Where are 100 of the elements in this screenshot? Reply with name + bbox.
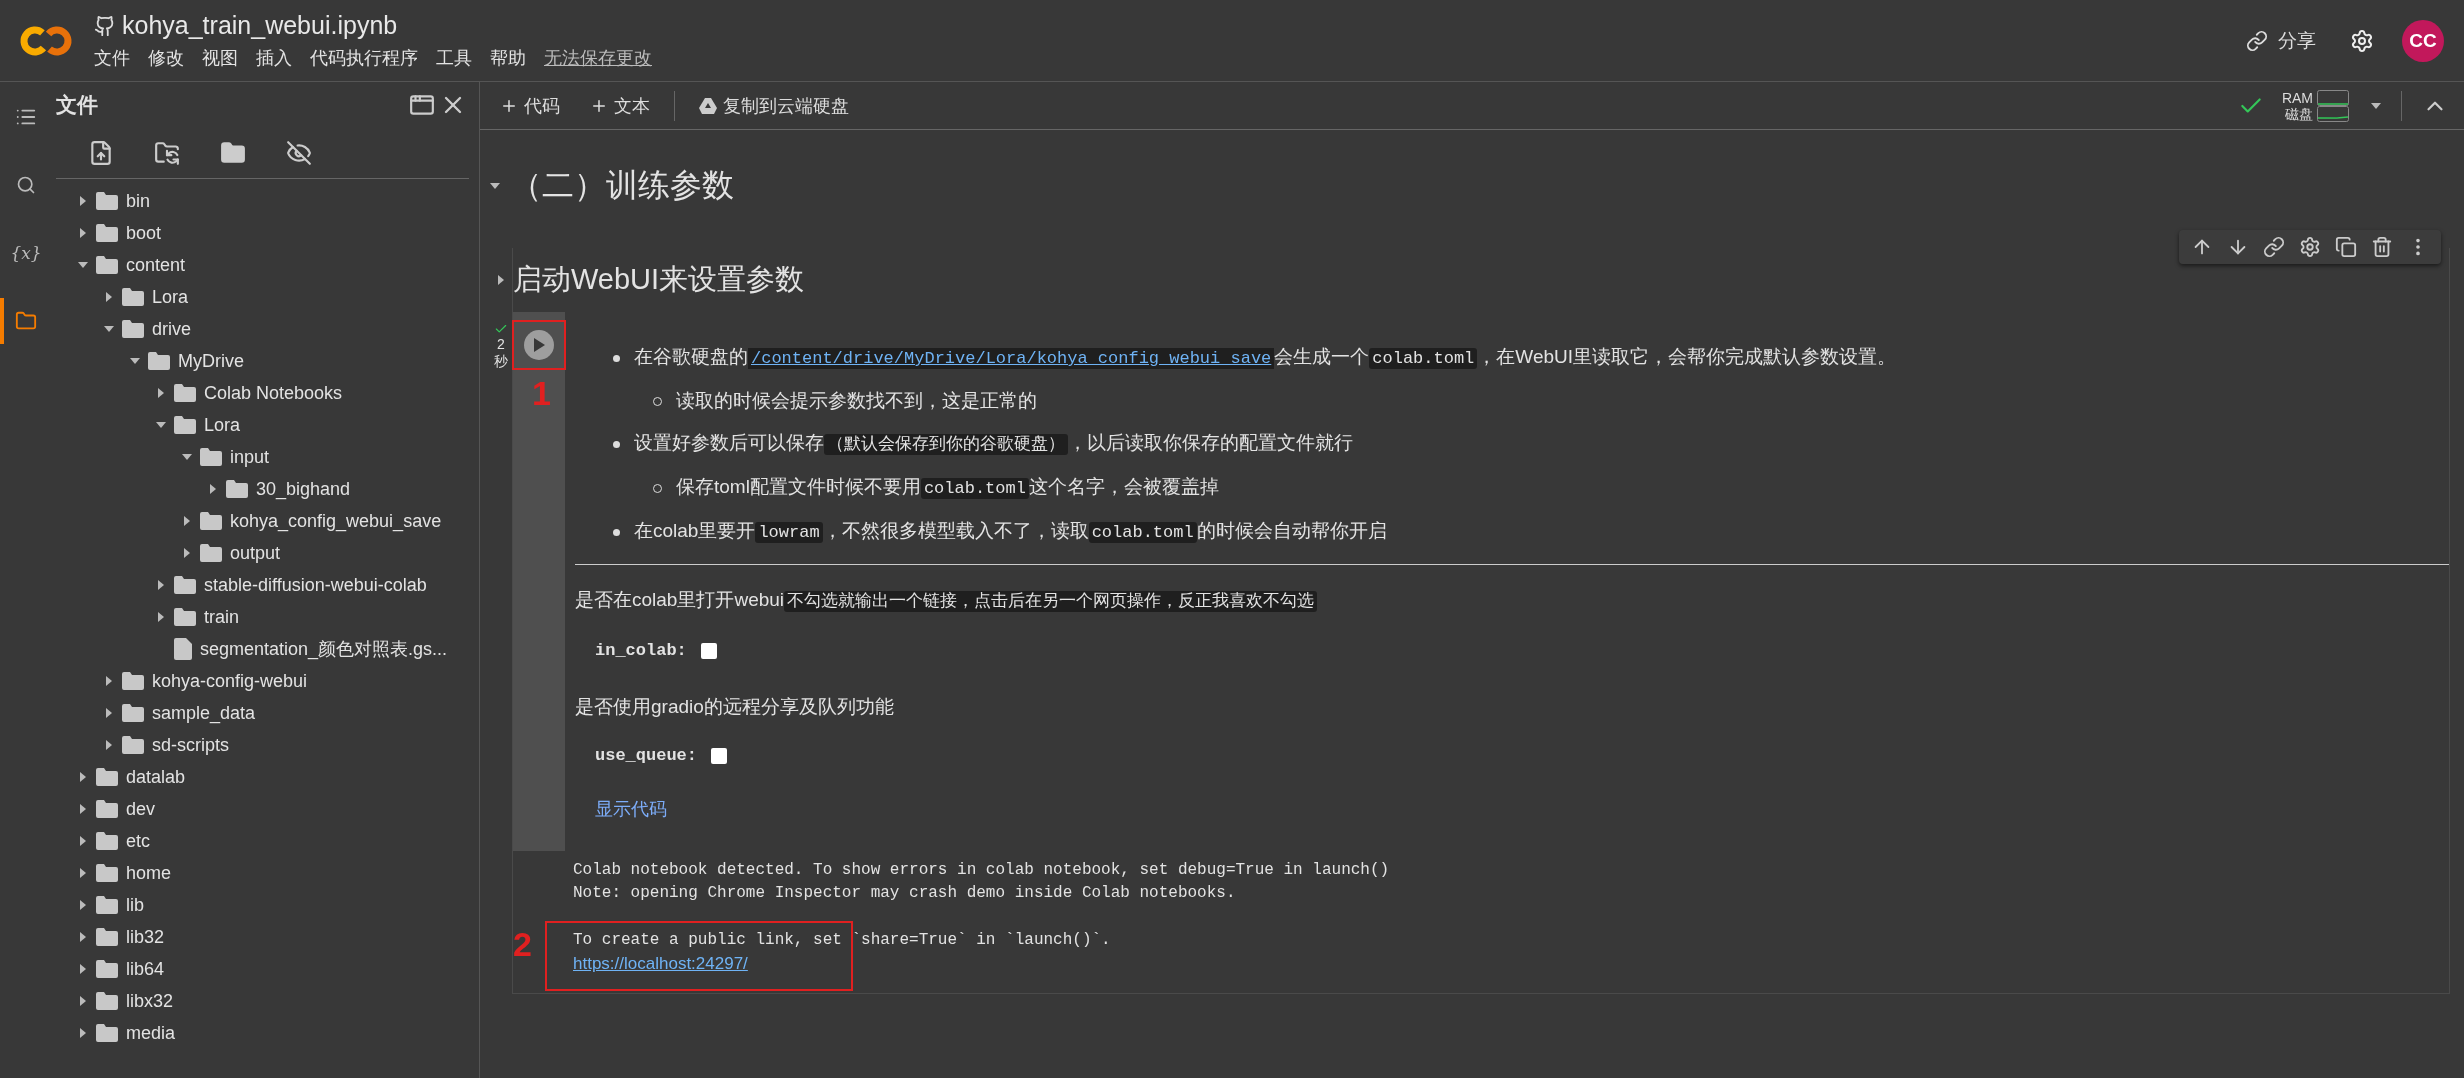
trash-icon[interactable]: [2371, 236, 2393, 258]
menu-item[interactable]: 帮助: [490, 46, 526, 70]
save-notice-link[interactable]: 无法保存更改: [544, 46, 652, 70]
file-tree-item[interactable]: Lora: [48, 281, 479, 313]
menu-item[interactable]: 修改: [148, 46, 184, 70]
link-icon[interactable]: [2263, 236, 2285, 258]
file-tree-item[interactable]: datalab: [48, 761, 479, 793]
caret-icon: [78, 900, 88, 910]
file-tree-item[interactable]: boot: [48, 217, 479, 249]
search-icon: [16, 175, 36, 195]
folder-icon: [96, 224, 118, 242]
output-line: To create a public link, set `share=True` in `launch()`.: [573, 930, 1112, 951]
share-button[interactable]: 分享: [2240, 26, 2322, 55]
caret-icon: [78, 804, 88, 814]
run-button[interactable]: [524, 330, 554, 360]
caret-icon: [156, 612, 166, 622]
file-tree-item[interactable]: input: [48, 441, 479, 473]
folder-icon: [15, 310, 37, 332]
copy-to-drive-button[interactable]: 复制到云端硬盘: [693, 92, 855, 119]
eye-off-icon: [286, 140, 312, 166]
folder-icon: [96, 864, 118, 882]
duration-unit: 秒: [494, 353, 508, 370]
menu-item[interactable]: 代码执行程序: [310, 46, 418, 70]
folder-icon: [200, 544, 222, 562]
folder-icon: [174, 608, 196, 626]
play-icon: [533, 338, 545, 352]
file-tree-item[interactable]: content: [48, 249, 479, 281]
checkbox[interactable]: [711, 747, 728, 764]
checkbox[interactable]: [700, 642, 717, 659]
section-heading: （二）训练参数: [510, 166, 734, 205]
form-description: 是否在colab里打开webui 不勾选就输出一个链接，点击后在另一个网页操作，反正我喜欢不勾选: [575, 585, 2449, 617]
caret-icon: [104, 292, 114, 302]
menu-item[interactable]: 视图: [202, 46, 238, 70]
resource-monitor[interactable]: RAM 磁盘: [2281, 89, 2351, 122]
folder-icon: [148, 352, 170, 370]
hide-files-button[interactable]: [284, 138, 314, 168]
file-tree-item[interactable]: output: [48, 537, 479, 569]
param-label: in_colab:: [595, 641, 687, 660]
caret-icon: [182, 452, 192, 462]
file-tree-item[interactable]: lib32: [48, 921, 479, 953]
folder-icon: [220, 140, 246, 166]
file-tree-item[interactable]: sample_data: [48, 697, 479, 729]
caret-icon: [78, 964, 88, 974]
file-tree-item[interactable]: MyDrive: [48, 345, 479, 377]
file-tree-item[interactable]: train: [48, 601, 479, 633]
caret-icon: [104, 708, 114, 718]
window-icon: [409, 92, 435, 118]
file-tree-item[interactable]: stable-diffusion-webui-colab: [48, 569, 479, 601]
folder-icon: [174, 384, 196, 402]
file-tree-item[interactable]: lib: [48, 889, 479, 921]
file-icon: [174, 638, 192, 660]
caret-icon: [130, 356, 140, 366]
menu-item[interactable]: 工具: [436, 46, 472, 70]
file-tree-item[interactable]: bin: [48, 185, 479, 217]
settings-icon[interactable]: [2299, 236, 2321, 258]
file-tree-item[interactable]: kohya-config-webui: [48, 665, 479, 697]
file-tree-item[interactable]: media: [48, 1017, 479, 1049]
folder-icon: [200, 448, 222, 466]
caret-icon: [182, 548, 192, 558]
ram-sparkline: [2317, 89, 2349, 106]
add-code-button[interactable]: 代码: [494, 92, 566, 119]
caret-icon: [78, 260, 88, 270]
notebook-title[interactable]: kohya_train_webui.ipynb: [122, 11, 398, 40]
menu-item[interactable]: 文件: [94, 46, 130, 70]
drive-icon: [699, 97, 717, 114]
output-line: Colab notebook detected. To show errors in colab notebook, set debug=True in launch(): [573, 860, 1391, 881]
annotation-number: 1: [532, 374, 551, 413]
caret-icon: [490, 181, 500, 191]
file-tree-item[interactable]: segmentation_颜色对照表.gs...: [48, 633, 479, 665]
side-rail-button[interactable]: {x}: [0, 230, 48, 276]
file-tree-item[interactable]: home: [48, 857, 479, 889]
caret-icon: [78, 772, 88, 782]
file-tree-item[interactable]: 30_bighand: [48, 473, 479, 505]
folder-icon: [122, 288, 144, 306]
localhost-link[interactable]: https://localhost:24297/: [573, 952, 748, 975]
avatar[interactable]: CC: [2402, 19, 2444, 62]
settings-icon: [2350, 28, 2374, 53]
file-tree-item[interactable]: Lora: [48, 409, 479, 441]
caret-icon: [104, 324, 114, 334]
copy-icon[interactable]: [2335, 236, 2357, 258]
add-text-button[interactable]: 文本: [584, 92, 656, 119]
file-tree-item[interactable]: lib64: [48, 953, 479, 985]
folder-icon: [96, 1024, 118, 1042]
folder-icon: [226, 480, 248, 498]
bullet-text: 读取的时候会提示参数找不到，这是正常的: [676, 389, 1037, 413]
file-tree-item[interactable]: sd-scripts: [48, 729, 479, 761]
file-tree-item[interactable]: libx32: [48, 985, 479, 1017]
file-tree-item[interactable]: drive: [48, 313, 479, 345]
duration-text: 2: [497, 336, 505, 353]
file-tree-item[interactable]: dev: [48, 793, 479, 825]
panel-title: 文件: [56, 92, 99, 118]
file-tree-item[interactable]: etc: [48, 825, 479, 857]
path-link[interactable]: /content/drive/MyDrive/Lora/kohya_config_webui_save: [748, 348, 1275, 369]
github-icon: [94, 14, 116, 37]
menu-item[interactable]: 插入: [256, 46, 292, 70]
caret-icon: [104, 740, 114, 750]
show-code-link[interactable]: 显示代码: [595, 797, 667, 821]
folder-icon: [96, 192, 118, 210]
file-tree-item[interactable]: Colab Notebooks: [48, 377, 479, 409]
file-tree-item[interactable]: kohya_config_webui_save: [48, 505, 479, 537]
